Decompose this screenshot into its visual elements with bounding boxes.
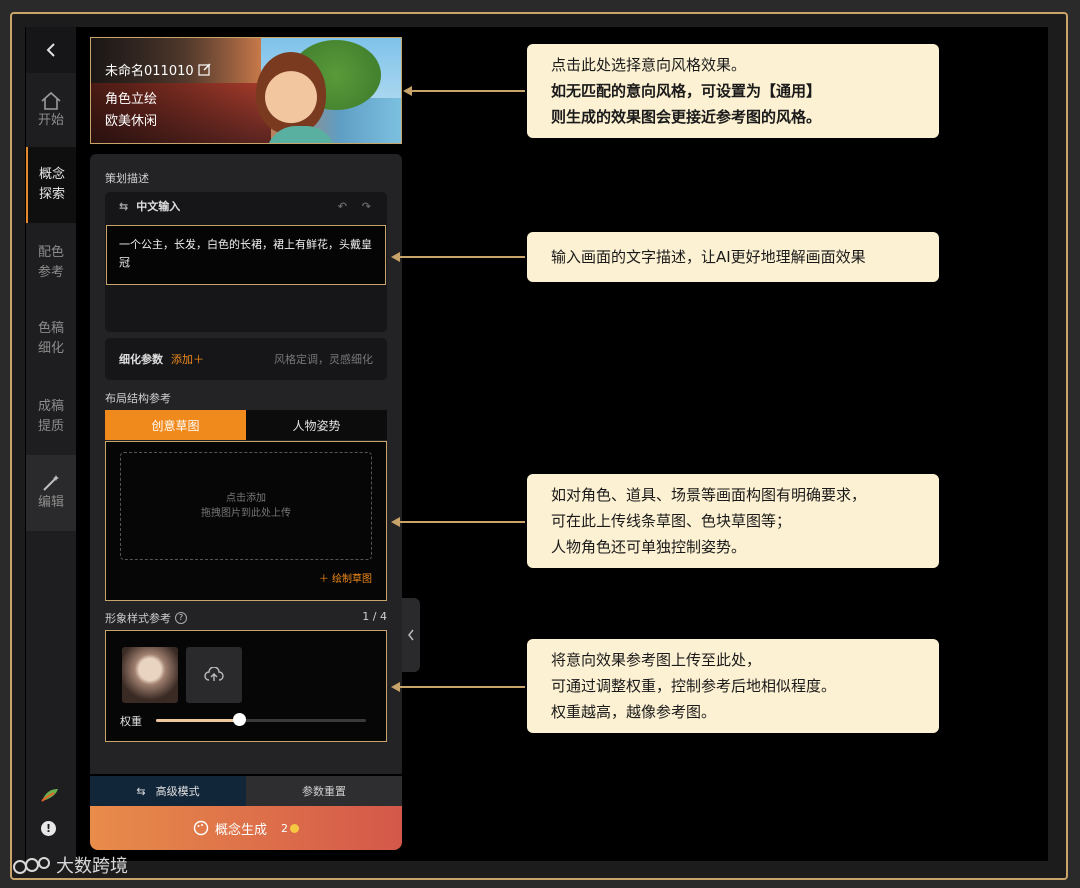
callout-style-reference: 将意向效果参考图上传至此处， 可通过调整权重，控制参考后地相似程度。 权重越高，… xyxy=(527,639,939,733)
magic-wand-icon xyxy=(43,475,59,491)
swap-icon: ⇆ xyxy=(136,784,146,798)
arrow-head-icon xyxy=(391,517,400,527)
sidebar-item-start[interactable]: 开始 xyxy=(26,73,76,149)
feather-icon[interactable] xyxy=(40,787,60,807)
sidebar-item-label: 编辑 xyxy=(37,495,64,510)
advanced-mode-label: 高级模式 xyxy=(155,785,200,798)
callout-text: 权重越高，越像参考图。 xyxy=(551,703,717,721)
callout-text: 如对角色、道具、场景等画面构图有明确要求， xyxy=(551,486,867,504)
sidebar-item-label: 概念探索 xyxy=(38,167,65,202)
callout-text: 可在此上传线条草图、色块草图等； xyxy=(551,512,792,530)
weight-slider[interactable] xyxy=(156,713,366,726)
callout-text: 则生成的效果图会更接近参考图的风格。 xyxy=(551,108,822,126)
tab-sketch[interactable]: 创意草图 xyxy=(105,410,246,440)
project-category: 角色立绘 xyxy=(105,92,158,107)
coin-icon xyxy=(290,823,299,833)
callout-text: 将意向效果参考图上传至此处， xyxy=(551,651,762,669)
callout-description: 输入画面的文字描述，让AI更好地理解画面效果 xyxy=(527,232,939,282)
style-selector-card[interactable]: 未命名011010 角色立绘 欧美休闲 xyxy=(90,37,402,144)
style-ref-count: 1 / 4 xyxy=(362,610,387,623)
generate-button[interactable]: 概念生成 2 xyxy=(90,806,402,850)
palette-icon xyxy=(193,820,209,836)
description-input[interactable]: 一个公主，长发，白色的长裙，裙上有鲜花，头戴皇冠 xyxy=(106,225,386,285)
sidebar-item-refine[interactable]: 色稿细化 xyxy=(26,301,76,377)
redo-icon[interactable]: ↷ xyxy=(362,200,371,213)
callout-text: 点击此处选择意向风格效果。 xyxy=(551,56,747,74)
callout-style-selection: 点击此处选择意向风格效果。 如无匹配的意向风格，可设置为【通用】 则生成的效果图… xyxy=(527,44,939,138)
arrow-head-icon xyxy=(391,682,400,692)
swap-icon[interactable]: ⇆ xyxy=(119,200,128,213)
arrow-head-icon xyxy=(403,86,412,96)
sidebar-item-finalize[interactable]: 成稿提质 xyxy=(26,379,76,455)
style-ref-title-row: 形象样式参考 ? xyxy=(105,610,187,626)
dropzone-line1: 点击添加 xyxy=(226,493,266,504)
upload-button[interactable] xyxy=(186,647,242,703)
arrow-head-icon xyxy=(391,252,400,262)
input-mode-label[interactable]: 中文输入 xyxy=(136,198,180,214)
description-section-title: 策划描述 xyxy=(105,172,149,185)
collapse-panel-button[interactable] xyxy=(402,598,420,672)
sketch-upload-area: 点击添加 拖拽图片到此处上传 ＋ 绘制草图 xyxy=(105,441,387,601)
callout-text: 可通过调整权重，控制参考后地相似程度。 xyxy=(551,677,837,695)
dropzone-line2: 拖拽图片到此处上传 xyxy=(201,508,291,519)
mode-bar: ⇆ 高级模式 参数重置 xyxy=(90,776,402,806)
weight-label: 权重 xyxy=(120,715,142,728)
style-ref-area: 权重 xyxy=(105,630,387,742)
callout-sketch: 如对角色、道具、场景等画面构图有明确要求， 可在此上传线条草图、色块草图等； 人… xyxy=(527,474,939,568)
add-params-button[interactable]: 添加＋ xyxy=(171,351,204,367)
chevron-left-icon xyxy=(46,43,55,57)
card-image-character xyxy=(256,52,326,134)
home-icon xyxy=(41,91,61,110)
back-button[interactable] xyxy=(26,27,76,73)
generate-cost: 2 xyxy=(281,821,288,835)
callout-arrow xyxy=(398,256,525,258)
reset-button[interactable]: 参数重置 xyxy=(246,776,402,806)
callout-text: 如无匹配的意向风格，可设置为【通用】 xyxy=(551,82,822,100)
sidebar-item-label: 成稿提质 xyxy=(37,399,64,434)
sidebar-item-label: 配色参考 xyxy=(37,245,64,280)
callout-text: 人物角色还可单独控制姿势。 xyxy=(551,538,747,556)
project-name-row: 未命名011010 xyxy=(105,60,211,79)
description-header: ⇆ 中文输入 ↶ ↷ xyxy=(105,192,387,220)
info-icon[interactable]: ! xyxy=(41,821,56,836)
params-hint: 风格定调，灵感细化 xyxy=(274,353,373,366)
style-ref-section-title: 形象样式参考 xyxy=(105,612,171,625)
project-name: 未命名011010 xyxy=(105,64,194,79)
sidebar-item-label: 开始 xyxy=(37,113,64,128)
reference-thumbnail[interactable] xyxy=(122,647,178,703)
callout-arrow xyxy=(398,686,525,688)
cloud-upload-icon xyxy=(204,667,224,681)
advanced-mode-button[interactable]: ⇆ 高级模式 xyxy=(90,776,246,806)
generate-label: 概念生成 xyxy=(214,822,267,838)
sidebar-item-concept[interactable]: 概念探索 xyxy=(26,147,76,223)
weight-slider-knob[interactable] xyxy=(233,713,246,726)
draw-sketch-button[interactable]: ＋ 绘制草图 xyxy=(319,570,372,585)
callout-arrow xyxy=(398,521,525,523)
weight-slider-fill xyxy=(156,719,240,722)
callout-text: 输入画面的文字描述，让AI更好地理解画面效果 xyxy=(551,248,866,266)
layout-section-title: 布局结构参考 xyxy=(105,392,171,405)
sidebar-item-color[interactable]: 配色参考 xyxy=(26,225,76,301)
sidebar-item-edit[interactable]: 编辑 xyxy=(26,455,76,531)
left-sidebar: 开始 概念探索 配色参考 色稿细化 成稿提质 编辑 ! xyxy=(26,27,76,861)
tab-pose[interactable]: 人物姿势 xyxy=(246,410,387,440)
watermark-text: 大数跨境 xyxy=(56,856,128,877)
help-icon[interactable]: ? xyxy=(175,612,187,624)
settings-panel: 策划描述 ⇆ 中文输入 ↶ ↷ 一个公主，长发，白色的长裙，裙上有鲜花，头戴皇冠… xyxy=(90,154,402,774)
params-label: 细化参数 xyxy=(119,353,163,366)
sidebar-item-label: 色稿细化 xyxy=(37,321,64,356)
chevron-left-icon xyxy=(408,629,414,641)
watermark: 大数跨境 xyxy=(12,852,128,878)
watermark-logo-icon xyxy=(13,857,50,874)
callout-arrow xyxy=(410,90,525,92)
sketch-dropzone[interactable]: 点击添加 拖拽图片到此处上传 xyxy=(120,452,372,560)
edit-icon[interactable] xyxy=(198,63,211,76)
layout-tabs: 创意草图 人物姿势 xyxy=(105,410,387,440)
project-style: 欧美休闲 xyxy=(105,114,158,129)
params-row[interactable]: 细化参数 添加＋ 风格定调，灵感细化 xyxy=(105,338,387,380)
undo-icon[interactable]: ↶ xyxy=(338,200,347,213)
